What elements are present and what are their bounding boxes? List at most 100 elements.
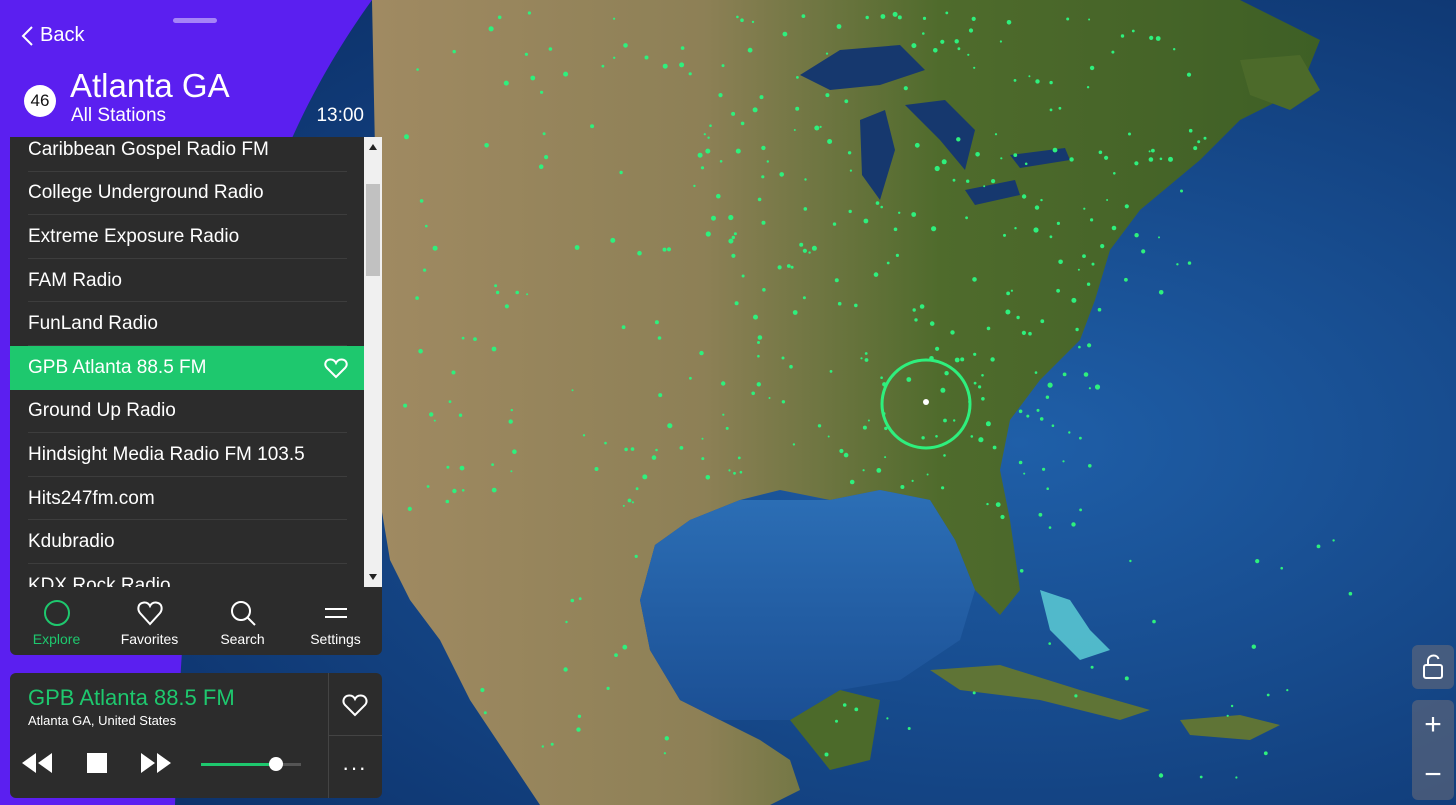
station-dot[interactable] [601,64,605,68]
station-dot[interactable] [1016,315,1020,320]
fast-forward-icon[interactable] [140,751,172,775]
station-dot[interactable] [1176,263,1179,266]
map-lock-button[interactable] [1412,645,1454,689]
station-dot[interactable] [1091,262,1095,266]
station-dot[interactable] [1251,644,1257,649]
station-dot[interactable] [854,707,859,712]
station-dot[interactable] [756,382,761,387]
station-dot[interactable] [781,400,786,404]
station-dot[interactable] [1131,29,1135,33]
station-dot[interactable] [926,473,929,476]
station-dot[interactable] [1039,417,1044,421]
station-dot[interactable] [1148,157,1154,162]
station-dot[interactable] [544,155,549,160]
station-dot[interactable] [817,424,822,428]
station-dot[interactable] [777,265,782,270]
station-dot[interactable] [983,185,986,188]
station-dot[interactable] [1088,18,1091,21]
station-dot[interactable] [664,736,669,741]
station-dot[interactable] [876,468,882,473]
station-dot[interactable] [981,374,984,377]
station-dot[interactable] [849,479,855,485]
station-dot[interactable] [734,301,739,306]
station-dot[interactable] [935,435,938,438]
station-dot[interactable] [1071,297,1077,303]
station-dot[interactable] [990,357,995,362]
station-dot[interactable] [1005,309,1011,315]
station-dot[interactable] [630,447,635,451]
station-dot[interactable] [895,253,900,257]
station-dot[interactable] [1058,259,1063,265]
heart-icon[interactable] [324,357,348,379]
station-dot[interactable] [862,469,865,472]
station-dot[interactable] [941,486,945,490]
station-dot[interactable] [827,139,833,144]
station-dot[interactable] [662,63,668,69]
station-row[interactable]: Ground Up Radio [10,390,364,434]
station-dot[interactable] [461,336,465,340]
station-dot[interactable] [1155,36,1161,41]
station-dot[interactable] [623,43,628,48]
station-dot[interactable] [1088,464,1092,468]
station-dot[interactable] [1047,382,1053,388]
station-dot[interactable] [911,43,917,49]
station-dot[interactable] [735,148,741,154]
station-dot[interactable] [978,385,982,389]
station-dot[interactable] [950,330,955,335]
station-dot[interactable] [792,443,796,446]
station-dot[interactable] [802,296,806,300]
station-dot[interactable] [842,703,847,707]
station-dot[interactable] [929,321,935,326]
station-dot[interactable] [644,55,649,60]
station-row[interactable]: Hits247fm.com [10,477,364,521]
station-dot[interactable] [495,290,500,295]
station-dot[interactable] [707,136,710,139]
station-dot[interactable] [1263,751,1268,756]
station-dot[interactable] [1003,233,1006,237]
station-dot[interactable] [1021,330,1026,335]
station-dot[interactable] [898,211,901,214]
station-dot[interactable] [1013,153,1018,158]
station-dot[interactable] [1187,261,1192,265]
station-dot[interactable] [606,686,610,691]
station-dot[interactable] [1018,460,1023,465]
favorite-heart-icon[interactable] [342,693,368,717]
station-dot[interactable] [1173,48,1176,51]
station-dot[interactable] [903,86,908,91]
tab-favorites[interactable]: Favorites [103,587,196,655]
station-dot[interactable] [538,164,544,169]
station-dot[interactable] [880,205,883,209]
station-dot[interactable] [1086,282,1091,286]
station-dot[interactable] [739,470,743,474]
station-dot[interactable] [796,76,799,79]
station-dot[interactable] [1052,147,1058,153]
station-dot[interactable] [709,124,712,127]
station-dot[interactable] [1149,35,1154,41]
station-dot[interactable] [757,197,762,202]
station-dot[interactable] [494,284,498,288]
station-dot[interactable] [995,502,1001,507]
station-dot[interactable] [1071,522,1076,527]
station-dot[interactable] [1134,233,1139,238]
station-dot[interactable] [1075,327,1079,332]
station-dot[interactable] [1098,150,1103,155]
station-dot[interactable] [864,352,868,355]
station-dot[interactable] [703,133,706,136]
station-dot[interactable] [1033,227,1039,233]
station-dot[interactable] [1266,693,1270,697]
station-dot[interactable] [510,408,513,412]
station-dot[interactable] [1111,50,1115,54]
station-dot[interactable] [699,350,704,356]
station-dot[interactable] [793,129,796,131]
station-dot[interactable] [1040,319,1045,324]
station-dot[interactable] [994,133,998,136]
station-dot[interactable] [1048,642,1051,645]
station-dot[interactable] [1045,395,1050,399]
now-playing-station[interactable]: GPB Atlanta 88.5 FM [28,685,235,711]
station-dot[interactable] [1066,17,1070,21]
station-dot[interactable] [1148,150,1151,153]
station-dot[interactable] [1090,665,1094,669]
station-dot[interactable] [504,304,509,309]
drag-handle[interactable] [173,18,217,23]
station-dot[interactable] [1158,290,1164,295]
